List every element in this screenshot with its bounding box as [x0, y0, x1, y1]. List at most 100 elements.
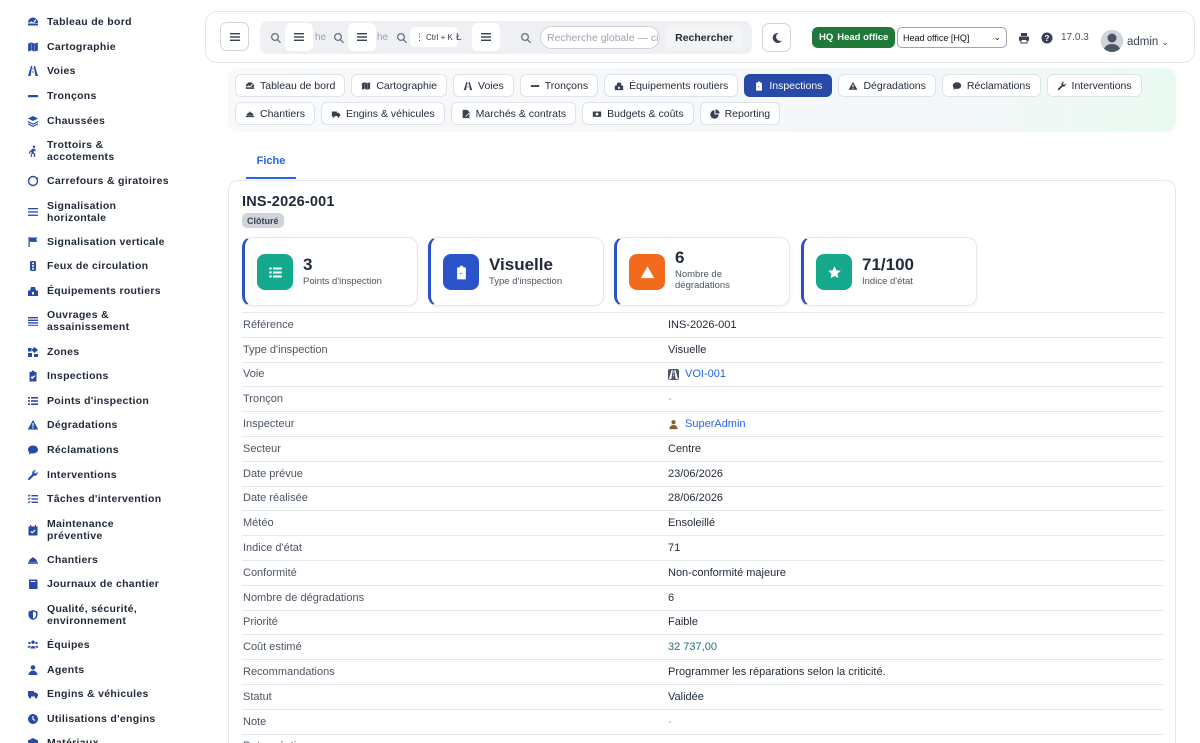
sidebar-item-equipes[interactable]: Équipes [0, 633, 196, 658]
sidebar-item-points-d-inspection[interactable]: Points d'inspection [0, 389, 196, 414]
sidebar-item-feux-de-circulation[interactable]: Feux de circulation [0, 254, 196, 279]
sidebar-item-utilisations-d-engins[interactable]: Utilisations d'engins [0, 706, 196, 731]
detail-value: - [668, 716, 672, 728]
module-tab-marches-contrats[interactable]: Marchés & contrats [450, 102, 577, 125]
users-icon [27, 639, 39, 651]
sidebar-item-ouvrages-assainissement[interactable]: Ouvrages & assainissement [0, 303, 196, 339]
sidebar-item-reclamations[interactable]: Réclamations [0, 438, 196, 463]
kpi-card: Visuelle Type d'inspection [428, 237, 604, 306]
sidebar-item-chaussees[interactable]: Chaussées [0, 108, 196, 133]
module-tab-reporting[interactable]: Reporting [699, 102, 781, 125]
user-icon [27, 664, 39, 676]
help-icon[interactable]: ? [1041, 31, 1053, 49]
sidebar-item-signalisation-horizontale[interactable]: Signalisation horizontale [0, 194, 196, 230]
sidebar-item-label: Matériaux [47, 737, 99, 743]
menu-toggle-button[interactable] [220, 22, 249, 51]
sidebar-item-taches-d-intervention[interactable]: Tâches d'intervention [0, 487, 196, 512]
detail-key: Tronçon [243, 393, 283, 406]
hard-hat-icon [245, 109, 255, 119]
module-tab-chantiers[interactable]: Chantiers [235, 102, 315, 125]
kpi-card: 3 Points d'inspection [242, 237, 418, 306]
sidebar-item-signalisation-verticale[interactable]: Signalisation verticale [0, 230, 196, 255]
module-tab-budgets-couts[interactable]: Budgets & coûts [582, 102, 694, 125]
avatar[interactable] [1101, 30, 1123, 52]
sidebar-item-label: Agents [47, 663, 85, 676]
global-search-input[interactable]: Recherche globale — ci [540, 26, 660, 49]
sidebar-item-voies[interactable]: Voies [0, 59, 196, 84]
detail-key: Coût estimé [243, 641, 302, 654]
hq-badge[interactable]: HQ Head office [812, 27, 896, 48]
detail-row: Conformité Non-conformité majeure [242, 559, 1164, 585]
sidebar-item-qualite-securite-environnement[interactable]: Qualité, sécurité, environnement [0, 597, 196, 633]
detail-value-text: VOI-001 [685, 368, 726, 381]
menu-toggle-button-4[interactable] [472, 23, 500, 51]
sidebar-item-tableau-de-bord[interactable]: Tableau de bord [0, 10, 196, 35]
sidebar-item-agents[interactable]: Agents [0, 657, 196, 682]
sidebar-item-carrefours-giratoires[interactable]: Carrefours & giratoires [0, 169, 196, 194]
search-button[interactable]: Rechercher [665, 25, 743, 50]
sidebar-item-chantiers[interactable]: Chantiers [0, 548, 196, 573]
print-icon[interactable] [1018, 31, 1030, 49]
detail-value: Visuelle [668, 344, 706, 356]
module-tab-voies[interactable]: Voies [453, 74, 514, 97]
module-tab-label: Équipements routiers [629, 79, 729, 92]
sidebar-item-materiaux[interactable]: Matériaux [0, 731, 196, 743]
detail-value[interactable]: VOI-001 [668, 368, 726, 380]
warning-icon [27, 419, 39, 431]
sidebar-item-troncons[interactable]: Tronçons [0, 84, 196, 109]
detail-key: Date réalisée [243, 492, 308, 505]
sidebar-item-trottoirs-accotements[interactable]: Trottoirs & accotements [0, 133, 196, 169]
kpi-value: 3 [303, 255, 313, 274]
equipment-icon [27, 285, 39, 297]
kpi-label: Indice d'état [862, 276, 913, 287]
user-menu[interactable]: admin ⌄ [1127, 36, 1169, 48]
star-icon [816, 254, 852, 290]
detail-value: - [668, 393, 672, 405]
module-tab-reclamations[interactable]: Réclamations [941, 74, 1041, 97]
chevron-down-icon: ⌄ [993, 32, 1001, 42]
sidebar-item-label: Points d'inspection [47, 394, 150, 407]
sidebar-item-maintenance-preventive[interactable]: Maintenance préventive [0, 512, 196, 548]
module-tab-equipements-routiers[interactable]: Équipements routiers [604, 74, 739, 97]
office-select[interactable]: Head office [HQ] ⌄ [897, 27, 1007, 48]
sidebar-item-inspections[interactable]: Inspections [0, 364, 196, 389]
module-tab-inspections[interactable]: Inspections [744, 74, 833, 97]
sidebar-item-engins-vehicules[interactable]: Engins & véhicules [0, 682, 196, 707]
detail-value-text: Non-conformité majeure [668, 566, 786, 579]
detail-value[interactable]: SuperAdmin [668, 418, 746, 430]
tab-fiche[interactable]: Fiche [246, 144, 296, 179]
detail-row: Type d'inspection Visuelle [242, 336, 1164, 362]
detail-key: Statut [243, 690, 272, 703]
menu-toggle-button-2[interactable] [285, 23, 313, 51]
sidebar-item-label: Utilisations d'engins [47, 712, 156, 725]
pie-chart-icon [709, 108, 720, 119]
module-tab-cartographie[interactable]: Cartographie [351, 74, 448, 97]
hard-hat-icon [27, 554, 39, 566]
search-icon [333, 31, 345, 44]
sidebar-item-degradations[interactable]: Dégradations [0, 413, 196, 438]
clipboard-check-icon [443, 254, 479, 290]
sidebar-item-label: Journaux de chantier [47, 578, 160, 591]
theme-toggle-button[interactable] [762, 23, 791, 52]
module-tab-troncons[interactable]: Tronçons [519, 74, 599, 97]
menu-toggle-button-3[interactable] [348, 23, 376, 51]
equipment-icon [614, 81, 624, 91]
sidebar-item-journaux-de-chantier[interactable]: Journaux de chantier [0, 572, 196, 597]
detail-row: Coût estimé 32 737,00 [242, 634, 1164, 659]
detail-value-text: 71 [668, 542, 681, 555]
warning-icon [848, 81, 858, 91]
module-tab-label: Chantiers [260, 107, 305, 120]
module-tab-degradations[interactable]: Dégradations [838, 74, 936, 97]
top-bar: he he ⋮ Ctrl + K Ł Recherche globale — ci… [205, 11, 1195, 63]
sidebar-item-zones[interactable]: Zones [0, 339, 196, 364]
module-tab-label: Budgets & coûts [607, 107, 684, 120]
sidebar-item-interventions[interactable]: Interventions [0, 462, 196, 487]
hamburger-icon [229, 32, 240, 41]
module-tab-engins-vehicules[interactable]: Engins & véhicules [320, 102, 445, 125]
module-tab-tableau-de-bord[interactable]: Tableau de bord [235, 74, 346, 97]
module-tab-interventions[interactable]: Interventions [1046, 74, 1142, 97]
search-icon [396, 31, 408, 44]
sidebar-item-equipements-routiers[interactable]: Équipements routiers [0, 279, 196, 304]
sidebar-item-cartographie[interactable]: Cartographie [0, 35, 196, 60]
money-icon [592, 109, 602, 119]
